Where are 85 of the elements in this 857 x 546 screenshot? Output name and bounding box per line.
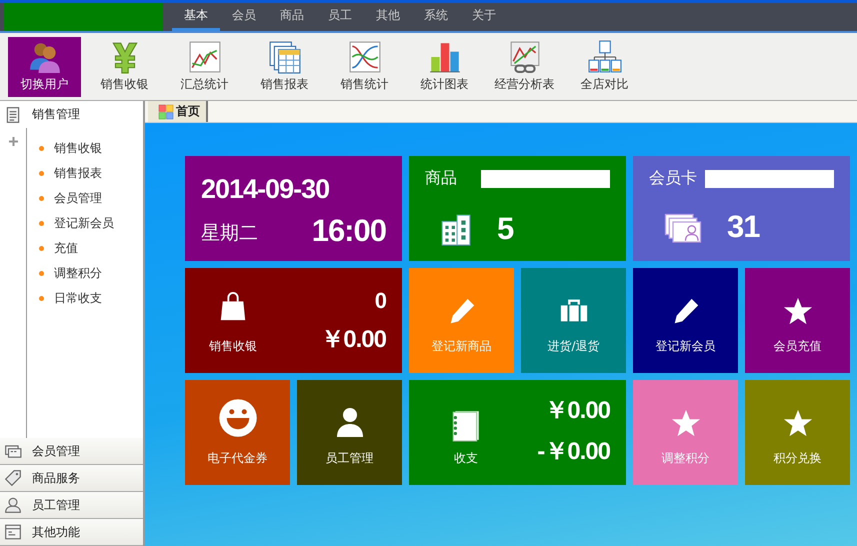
toolbar-button[interactable]: 销售报表 [248,37,321,97]
toolbar-button[interactable]: 全店对比 [568,37,641,97]
count-text: 5 [497,211,514,247]
tiles-icon [158,104,174,120]
window-icon [4,523,22,541]
bullet-icon [39,171,44,176]
tile-label: 登记新会员 [656,338,716,355]
search-field[interactable] [481,170,610,188]
smiley-icon [218,398,258,438]
users-icon [28,40,62,74]
plus-icon [8,136,18,147]
tile-label: 会员充值 [774,338,822,355]
action-tile[interactable]: 员工管理 [297,380,402,485]
line-chart-icon [188,40,222,74]
sidebar-item[interactable]: 调整积分 [54,265,102,282]
time-text: 16:00 [312,213,386,249]
sidebar-section[interactable]: 其他功能 [0,519,143,546]
sidebar-section[interactable]: 会员管理 [0,438,143,465]
action-tile[interactable]: 积分兑换 [745,380,850,485]
star-icon [782,296,812,326]
menu-tab[interactable]: 商品 [268,3,316,31]
sidebar-item[interactable]: 充值 [54,240,78,257]
menu-tab[interactable]: 员工 [316,3,364,31]
lookup-tile[interactable]: 会员卡 31 [633,156,850,261]
toolbar-button[interactable]: 经营分析表 [488,37,561,97]
amount-text: ￥0.00 [320,325,386,355]
building-icon [439,212,473,246]
table-icon [268,40,302,74]
tile-label: 登记新商品 [432,338,492,355]
document-icon [4,106,22,124]
sidebar-item[interactable]: 会员管理 [54,190,102,207]
date-text: 2014-09-30 [201,174,330,205]
page-tab[interactable]: 首页 [148,101,208,122]
menu-tab[interactable]: 系统 [412,3,460,31]
sidebar-item[interactable]: 销售报表 [54,165,102,182]
toolbar-button[interactable]: 销售统计 [328,37,401,97]
star-icon [670,408,700,438]
tile-label: 会员卡 [649,168,697,189]
hierarchy-icon [588,40,622,74]
toolbar-button[interactable]: 切换用户 [8,37,81,97]
bullet-icon [39,296,44,301]
person-icon [4,496,22,514]
tile-label: 进货/退货 [547,338,600,355]
tile-label: 销售收银 [209,338,257,355]
menu-tab[interactable]: 关于 [460,3,508,31]
count-text: 31 [727,209,760,245]
expense-text: -￥0.00 [537,437,610,467]
tag-icon [4,469,22,487]
sidebar-section[interactable]: 员工管理 [0,492,143,519]
action-tile[interactable]: 会员充值 [745,268,850,373]
tile-label: 电子代金券 [208,450,268,467]
tile-label: 收支 [454,450,478,467]
sales-tile[interactable]: 销售收银 0 ￥0.00 [185,268,402,373]
chart-link-icon [508,40,542,74]
tile-label: 调整积分 [662,450,710,467]
shopping-bag-icon [218,292,248,322]
tile-label: 积分兑换 [774,450,822,467]
menu-tab[interactable]: 其他 [364,3,412,31]
action-tile[interactable]: 进货/退货 [521,268,626,373]
action-tile[interactable]: 登记新会员 [633,268,738,373]
count-text: 0 [374,288,386,314]
bullet-icon [39,271,44,276]
action-tile[interactable]: 电子代金券 [185,380,290,485]
sidebar-item[interactable]: 日常收支 [54,290,102,307]
search-field[interactable] [705,170,834,188]
income-text: ￥0.00 [544,396,610,426]
weekday-text: 星期二 [201,221,258,246]
toolbar-button[interactable]: 销售收银 [88,37,161,97]
menu-tab[interactable]: 会员 [220,3,268,31]
bullet-icon [39,146,44,151]
star-icon [782,408,812,438]
tile-label: 商品 [425,168,457,189]
toolbar-button[interactable]: 汇总统计 [168,37,241,97]
tile-label: 员工管理 [326,450,374,467]
sidebar-item[interactable]: 销售收银 [54,140,102,157]
bar-chart-icon [428,40,462,74]
toolbar-button[interactable]: 统计图表 [408,37,481,97]
bullet-icon [39,221,44,226]
ledger-tile[interactable]: 收支 ￥0.00 -￥0.00 [409,380,626,485]
bullet-icon [39,196,44,201]
bullet-icon [39,246,44,251]
lookup-tile[interactable]: 商品 5 [409,156,626,261]
sidebar-section[interactable]: 商品服务 [0,465,143,492]
curve-chart-icon [348,40,382,74]
sidebar-item[interactable]: 登记新会员 [54,215,114,232]
